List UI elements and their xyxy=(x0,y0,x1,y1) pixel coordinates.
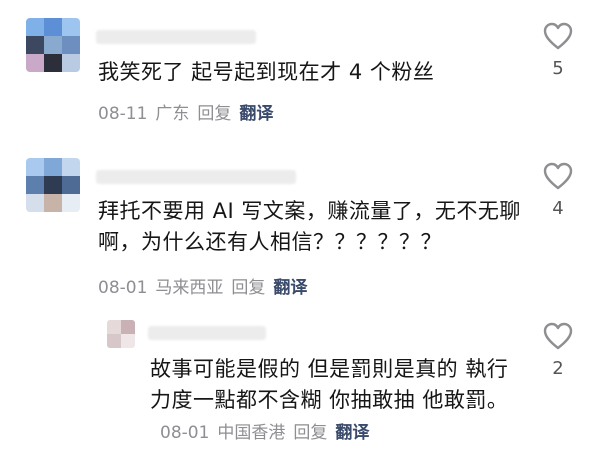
comment-text-content: 故事可能是假的 但是罰則是真的 執行力度一點都不含糊 你抽敢抽 他敢罰。 xyxy=(150,357,509,412)
like-button[interactable]: 2 xyxy=(538,322,578,379)
heart-outline-icon xyxy=(543,22,573,50)
comment-date: 08-11 xyxy=(98,104,148,124)
like-count: 5 xyxy=(552,58,564,79)
translate-button[interactable]: 翻译 xyxy=(335,423,369,443)
avatar[interactable] xyxy=(107,320,135,348)
comment-date: 08-01 xyxy=(160,423,210,443)
comment-text: 拜托不要用 AI 写文案，赚流量了，无不无聊啊，为什么还有人相信？？？？？？ xyxy=(98,199,521,254)
username-redacted[interactable] xyxy=(96,30,256,44)
translate-button[interactable]: 翻译 xyxy=(239,104,273,124)
comment-meta: 08-01 中国香港 回复 翻译 xyxy=(160,423,377,443)
like-count: 2 xyxy=(552,358,564,379)
comment-location: 中国香港 xyxy=(217,423,286,443)
comment-date: 08-01 xyxy=(98,278,148,298)
like-button[interactable]: 5 xyxy=(538,22,578,79)
username-redacted[interactable] xyxy=(148,326,266,340)
avatar[interactable] xyxy=(26,158,80,212)
comment-1: 我笑死了 起号起到现在才 4 个粉丝 08-11 广东 回复 翻译 5 xyxy=(0,0,600,140)
like-button[interactable]: 4 xyxy=(538,162,578,219)
reply-button[interactable]: 回复 xyxy=(231,278,265,298)
heart-outline-icon xyxy=(543,162,573,190)
avatar[interactable] xyxy=(26,18,80,72)
username-redacted[interactable] xyxy=(96,170,296,184)
comment-location: 广东 xyxy=(155,104,190,124)
comment-meta: 08-01 马来西亚 回复 翻译 xyxy=(98,273,315,298)
comment-location: 马来西亚 xyxy=(155,278,224,298)
reply-comment: 故事可能是假的 但是罰則是真的 執行力度一點都不含糊 你抽敢抽 他敢罰。 08-… xyxy=(0,310,600,458)
comment-text: 我笑死了 起号起到现在才 4 个粉丝 xyxy=(98,60,435,84)
comment-text: 故事可能是假的 但是罰則是真的 執行力度一點都不含糊 你抽敢抽 他敢罰。 08-… xyxy=(150,354,520,449)
translate-button[interactable]: 翻译 xyxy=(273,278,307,298)
like-count: 4 xyxy=(552,198,564,219)
comment-meta: 08-11 广东 回复 翻译 xyxy=(98,99,281,124)
comment-2: 拜托不要用 AI 写文案，赚流量了，无不无聊啊，为什么还有人相信？？？？？？ 0… xyxy=(0,140,600,310)
heart-outline-icon xyxy=(543,322,573,350)
reply-button[interactable]: 回复 xyxy=(197,104,231,124)
reply-button[interactable]: 回复 xyxy=(293,423,327,443)
